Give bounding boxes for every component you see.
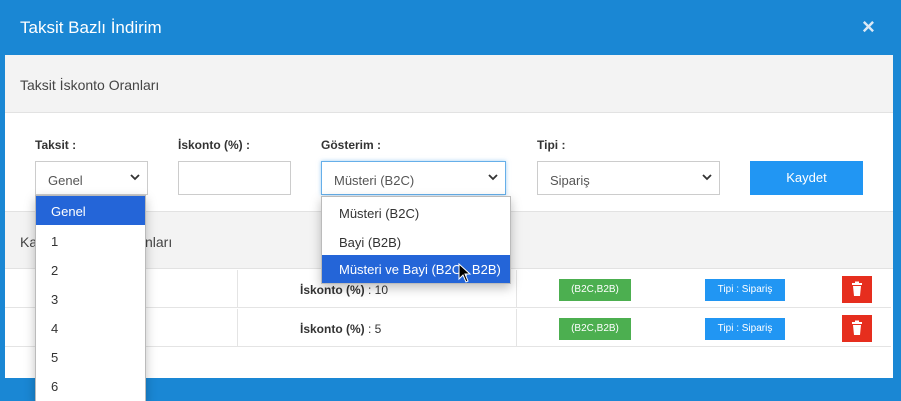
- taksit-option-genel[interactable]: Genel: [36, 196, 145, 225]
- taksit-select[interactable]: Genel: [35, 161, 148, 195]
- taksit-option[interactable]: 4: [51, 321, 58, 336]
- column-divider: [516, 309, 517, 347]
- chevron-down-icon: [130, 174, 140, 181]
- tipi-badge: Tipi : Sipariş: [705, 318, 785, 340]
- delete-button[interactable]: [842, 315, 872, 342]
- gosterim-option[interactable]: Müsteri (B2C): [339, 206, 419, 221]
- taksit-option[interactable]: 2: [51, 263, 58, 278]
- row-iskonto-label: İskonto (%): [300, 322, 365, 336]
- tipi-badge: Tipi : Sipariş: [705, 279, 785, 301]
- tipi-select[interactable]: Sipariş: [537, 161, 720, 195]
- mouse-pointer-icon: [458, 263, 472, 283]
- gosterim-badge: (B2C,B2B): [559, 318, 631, 340]
- taksit-option[interactable]: 1: [51, 234, 58, 249]
- row-iskonto-label: İskonto (%): [300, 283, 365, 297]
- gosterim-badge: (B2C,B2B): [559, 279, 631, 301]
- taksit-label: Taksit :: [35, 138, 77, 152]
- taksit-select-value: Genel: [48, 173, 83, 188]
- chevron-down-icon: [702, 174, 712, 181]
- row-iskonto-value: : 10: [368, 283, 389, 297]
- save-button[interactable]: Kaydet: [750, 161, 863, 195]
- modal-header: Taksit Bazlı İndirim ×: [0, 0, 901, 55]
- gosterim-option-selected[interactable]: Müsteri ve Bayi (B2C , B2B): [322, 255, 510, 283]
- tipi-select-value: Sipariş: [550, 173, 590, 188]
- column-divider: [237, 270, 238, 308]
- gosterim-option[interactable]: Bayi (B2B): [339, 235, 401, 250]
- section-title: Taksit İskonto Oranları: [20, 77, 160, 93]
- row-iskonto: İskonto (%) : 10: [300, 283, 388, 297]
- taksit-dropdown-menu: Genel 1 2 3 4 5 6: [35, 195, 146, 401]
- column-divider: [516, 270, 517, 308]
- tipi-label: Tipi :: [537, 138, 566, 152]
- taksit-option[interactable]: 6: [51, 379, 58, 394]
- row-iskonto-value: : 5: [368, 322, 382, 336]
- chevron-down-icon: [488, 174, 498, 181]
- trash-icon: [852, 320, 862, 335]
- trash-icon: [852, 281, 862, 296]
- iskonto-input[interactable]: [178, 161, 291, 195]
- column-divider: [237, 309, 238, 347]
- gosterim-select[interactable]: Müsteri (B2C): [321, 161, 506, 195]
- taksit-option[interactable]: 5: [51, 350, 58, 365]
- close-icon[interactable]: ×: [862, 14, 875, 40]
- gosterim-select-value: Müsteri (B2C): [334, 173, 415, 188]
- taksit-option[interactable]: 3: [51, 292, 58, 307]
- list-section-title-right: nları: [145, 234, 173, 250]
- modal-title: Taksit Bazlı İndirim: [20, 18, 162, 37]
- row-iskonto: İskonto (%) : 5: [300, 322, 381, 336]
- gosterim-dropdown-menu: Müsteri (B2C) Bayi (B2B) Müsteri ve Bayi…: [321, 196, 511, 284]
- gosterim-label: Gösterim :: [321, 138, 382, 152]
- delete-button[interactable]: [842, 276, 872, 303]
- section-header: Taksit İskonto Oranları: [5, 55, 893, 113]
- iskonto-label: İskonto (%) :: [178, 138, 250, 152]
